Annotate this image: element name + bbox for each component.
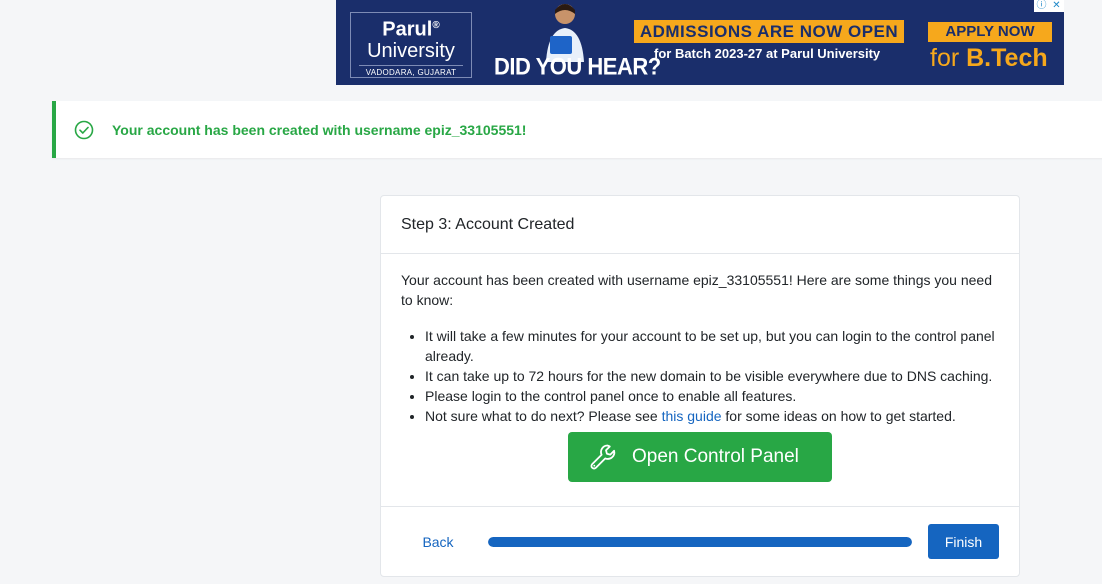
ad-logo: Parul® University VADODARA, GUJARAT bbox=[350, 12, 472, 78]
cta-wrapper: Open Control Panel bbox=[401, 432, 999, 482]
list-item: It will take a few minutes for your acco… bbox=[425, 326, 999, 366]
tips-list: It will take a few minutes for your acco… bbox=[401, 326, 999, 426]
ad-banner[interactable]: Parul® University VADODARA, GUJARAT DID … bbox=[336, 0, 1064, 85]
back-button[interactable]: Back bbox=[407, 534, 469, 550]
guide-text-after: for some ideas on how to get started. bbox=[721, 408, 956, 424]
ad-controls: ⓘ ✕ bbox=[1034, 0, 1064, 12]
ad-location: VADODARA, GUJARAT bbox=[359, 64, 463, 77]
ad-program-name: B.Tech bbox=[966, 44, 1048, 72]
ad-headline: DID YOU HEAR? bbox=[494, 52, 661, 81]
intro-text: Your account has been created with usern… bbox=[401, 272, 992, 308]
wizard-footer: Back Finish bbox=[381, 506, 1019, 576]
ad-apply-now[interactable]: APPLY NOW bbox=[928, 22, 1052, 42]
card-title: Step 3: Account Created bbox=[381, 196, 1019, 254]
ad-program: for B.Tech bbox=[930, 44, 1048, 73]
ad-brand-mark: ® bbox=[432, 20, 440, 31]
ad-admissions: ADMISSIONS ARE NOW OPEN bbox=[634, 20, 904, 43]
ad-batch-text: for Batch 2023-27 at Parul University bbox=[654, 46, 881, 61]
success-alert: Your account has been created with usern… bbox=[52, 101, 1102, 158]
ad-program-prefix: for bbox=[930, 44, 967, 72]
open-control-panel-button[interactable]: Open Control Panel bbox=[568, 432, 832, 482]
guide-text-before: Not sure what to do next? Please see bbox=[425, 408, 662, 424]
ad-university: University bbox=[367, 39, 455, 62]
ad-close-icon[interactable]: ✕ bbox=[1049, 0, 1064, 12]
account-created-card: Step 3: Account Created Your account has… bbox=[380, 195, 1020, 577]
card-body: Your account has been created with usern… bbox=[381, 254, 1019, 482]
list-item: It can take up to 72 hours for the new d… bbox=[425, 366, 999, 386]
check-circle-icon bbox=[74, 120, 94, 139]
cta-label: Open Control Panel bbox=[632, 446, 799, 467]
guide-link[interactable]: this guide bbox=[662, 408, 722, 424]
page: Parul® University VADODARA, GUJARAT DID … bbox=[0, 0, 1102, 584]
progress-fill bbox=[488, 536, 912, 547]
ad-info-icon[interactable]: ⓘ bbox=[1034, 0, 1049, 12]
list-item: Please login to the control panel once t… bbox=[425, 386, 999, 406]
list-item: Not sure what to do next? Please see thi… bbox=[425, 406, 999, 426]
finish-button[interactable]: Finish bbox=[928, 524, 999, 559]
ad-brand: Parul bbox=[382, 18, 433, 41]
alert-message: Your account has been created with usern… bbox=[112, 121, 527, 138]
wrench-icon bbox=[590, 444, 616, 470]
progress-bar bbox=[488, 536, 912, 547]
